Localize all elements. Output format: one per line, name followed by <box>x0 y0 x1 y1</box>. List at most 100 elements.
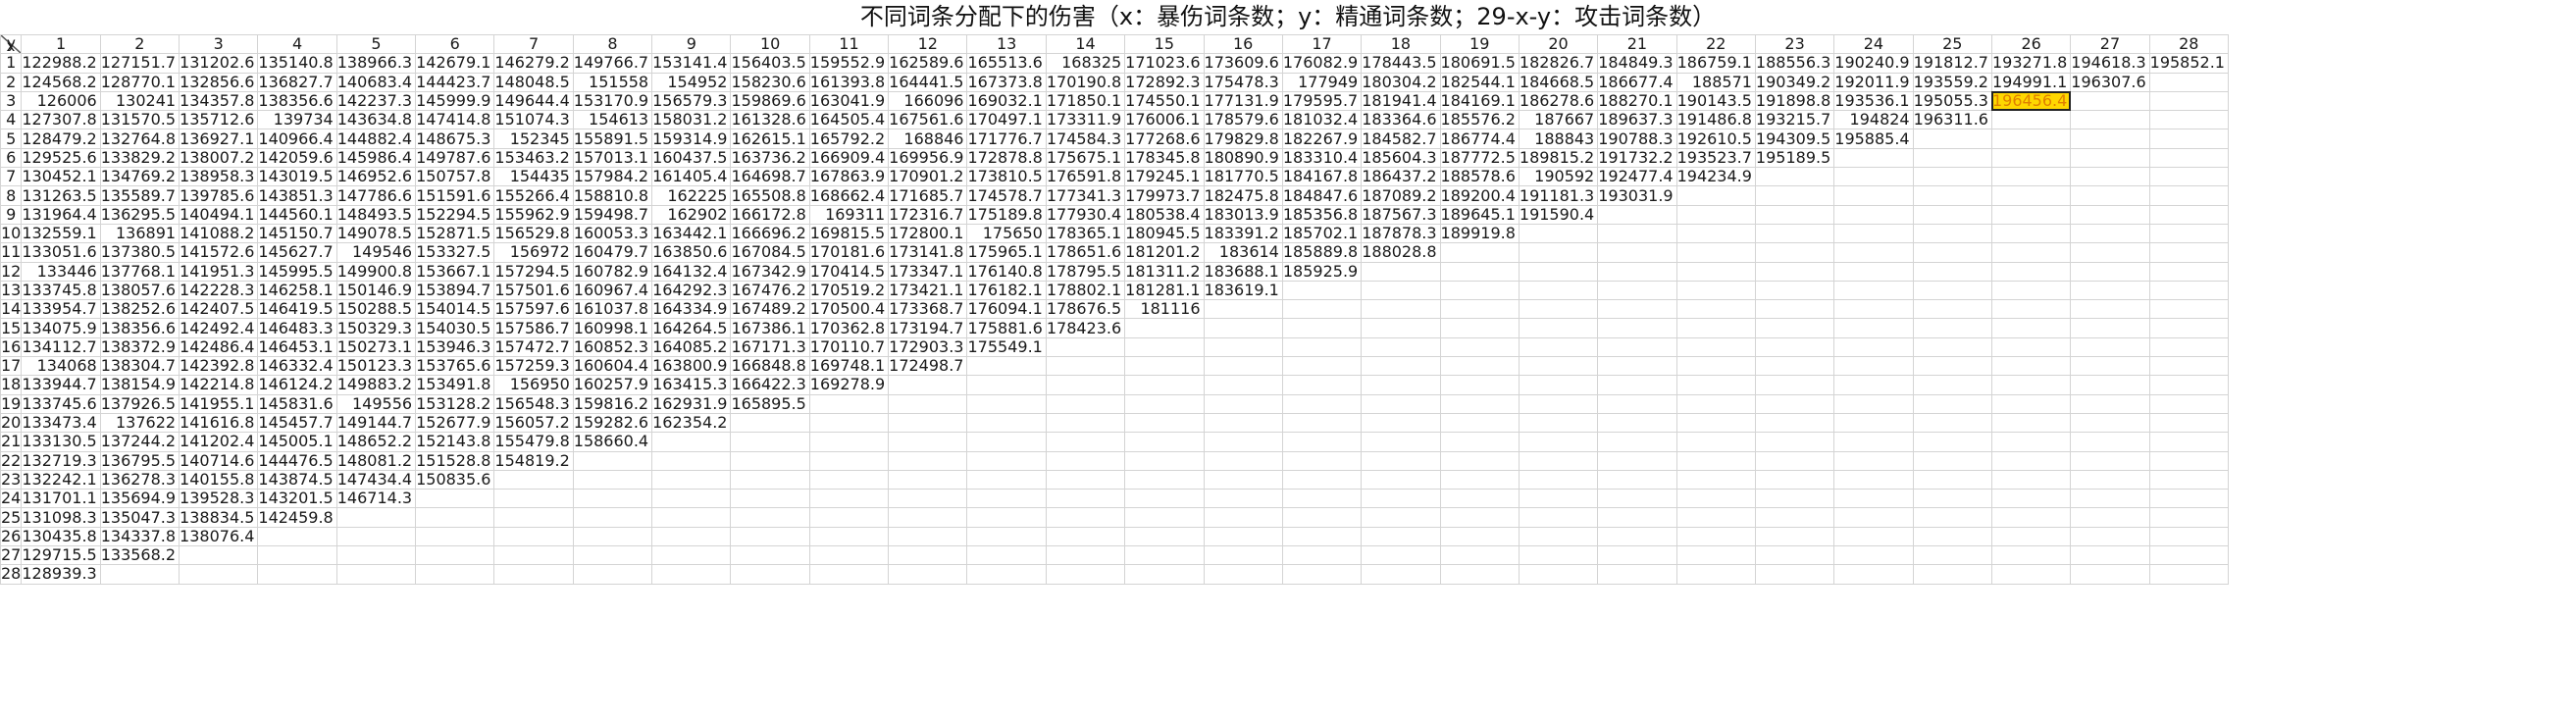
data-cell[interactable] <box>1754 242 1835 263</box>
data-cell[interactable]: 146952.6 <box>335 167 417 187</box>
data-cell[interactable]: 142679.1 <box>415 53 495 74</box>
data-cell[interactable]: 176140.8 <box>966 261 1047 282</box>
data-cell[interactable]: 172316.7 <box>888 204 968 225</box>
data-cell[interactable] <box>1518 412 1599 434</box>
data-cell[interactable] <box>2070 375 2150 395</box>
data-cell[interactable]: 186677.4 <box>1597 72 1677 92</box>
data-cell[interactable] <box>1439 507 1520 528</box>
data-cell[interactable] <box>1754 167 1835 187</box>
data-cell[interactable] <box>1203 393 1283 414</box>
data-cell[interactable] <box>2070 280 2150 301</box>
data-cell[interactable]: 158031.2 <box>651 110 732 130</box>
data-cell[interactable] <box>2070 489 2150 509</box>
data-cell[interactable]: 185576.2 <box>1439 110 1520 130</box>
data-cell[interactable] <box>1675 356 1756 377</box>
data-cell[interactable] <box>730 507 810 528</box>
data-cell[interactable] <box>2070 204 2150 225</box>
data-cell[interactable]: 162931.9 <box>651 393 732 414</box>
data-cell[interactable] <box>1833 280 1914 301</box>
data-cell[interactable] <box>493 469 574 490</box>
data-cell[interactable] <box>1912 336 1992 358</box>
data-cell[interactable]: 133944.7 <box>21 375 101 395</box>
data-cell[interactable] <box>1124 393 1205 414</box>
data-cell[interactable] <box>1912 280 1992 301</box>
data-cell[interactable] <box>888 393 968 414</box>
data-cell[interactable]: 189919.8 <box>1439 223 1520 244</box>
data-cell[interactable]: 161405.4 <box>651 167 732 187</box>
data-cell[interactable] <box>808 526 890 547</box>
data-cell[interactable]: 137926.5 <box>99 393 180 414</box>
data-cell[interactable]: 167373.8 <box>966 72 1047 92</box>
data-cell[interactable] <box>1045 336 1126 358</box>
corner-cell[interactable]: x y <box>0 33 23 55</box>
data-cell[interactable] <box>1833 469 1914 490</box>
data-cell[interactable]: 185889.8 <box>1281 242 1363 263</box>
data-cell[interactable] <box>1361 375 1441 395</box>
data-cell[interactable]: 182267.9 <box>1281 129 1363 149</box>
data-cell[interactable] <box>888 489 968 509</box>
data-cell[interactable]: 135712.6 <box>179 110 259 130</box>
data-cell[interactable] <box>1675 545 1756 566</box>
data-cell[interactable]: 182826.7 <box>1518 53 1599 74</box>
data-cell[interactable] <box>1597 412 1677 434</box>
data-cell[interactable]: 192011.9 <box>1833 72 1914 92</box>
data-cell[interactable] <box>808 507 890 528</box>
column-header-20[interactable]: 20 <box>1518 33 1599 55</box>
data-cell[interactable] <box>651 564 732 585</box>
data-cell[interactable] <box>2148 507 2229 528</box>
data-cell[interactable]: 162902 <box>651 204 732 225</box>
data-cell[interactable] <box>888 375 968 395</box>
data-cell[interactable]: 150273.1 <box>335 336 417 358</box>
data-cell[interactable]: 167863.9 <box>808 167 890 187</box>
data-cell[interactable]: 192477.4 <box>1597 167 1677 187</box>
data-cell[interactable]: 130435.8 <box>21 526 101 547</box>
data-cell[interactable]: 143201.5 <box>257 489 337 509</box>
data-cell[interactable]: 149644.4 <box>493 90 574 112</box>
data-cell[interactable] <box>966 393 1047 414</box>
column-header-14[interactable]: 14 <box>1045 33 1126 55</box>
data-cell[interactable]: 140155.8 <box>179 469 259 490</box>
data-cell[interactable]: 136891 <box>99 223 180 244</box>
data-cell[interactable]: 163442.1 <box>651 223 732 244</box>
data-cell[interactable]: 130452.1 <box>21 167 101 187</box>
data-cell[interactable]: 134068 <box>21 356 101 377</box>
data-cell[interactable] <box>2148 167 2229 187</box>
data-cell[interactable]: 147434.4 <box>335 469 417 490</box>
data-cell[interactable] <box>1597 489 1677 509</box>
data-cell[interactable] <box>1675 299 1756 320</box>
data-cell[interactable]: 149787.6 <box>415 147 495 169</box>
data-cell[interactable]: 172892.3 <box>1124 72 1205 92</box>
data-cell[interactable]: 146332.4 <box>257 356 337 377</box>
data-cell[interactable]: 184847.6 <box>1281 185 1363 206</box>
data-cell[interactable] <box>1361 432 1441 452</box>
data-cell[interactable] <box>493 489 574 509</box>
data-cell[interactable]: 157586.7 <box>493 318 574 338</box>
data-cell[interactable] <box>1045 469 1126 490</box>
data-cell[interactable]: 154030.5 <box>415 318 495 338</box>
data-cell[interactable] <box>2070 545 2150 566</box>
data-cell[interactable] <box>1597 564 1677 585</box>
data-cell[interactable] <box>1597 356 1677 377</box>
data-cell[interactable]: 133745.8 <box>21 280 101 301</box>
data-cell[interactable] <box>651 545 732 566</box>
data-cell[interactable]: 174584.3 <box>1045 129 1126 149</box>
data-cell[interactable]: 146453.1 <box>257 336 337 358</box>
data-cell[interactable]: 196307.6 <box>2070 72 2150 92</box>
data-cell[interactable]: 136795.5 <box>99 450 180 471</box>
data-cell[interactable] <box>1518 223 1599 244</box>
data-cell[interactable] <box>1361 299 1441 320</box>
data-cell[interactable]: 146714.3 <box>335 489 417 509</box>
data-cell[interactable]: 139785.6 <box>179 185 259 206</box>
data-cell[interactable]: 160852.3 <box>572 336 653 358</box>
data-cell[interactable]: 142492.4 <box>179 318 259 338</box>
data-cell[interactable] <box>2148 223 2229 244</box>
data-cell[interactable]: 145999.9 <box>415 90 495 112</box>
data-cell[interactable] <box>1990 450 2072 471</box>
data-cell[interactable]: 187089.2 <box>1361 185 1441 206</box>
data-cell[interactable]: 178443.5 <box>1361 53 1441 74</box>
data-cell[interactable] <box>1833 356 1914 377</box>
column-header-17[interactable]: 17 <box>1281 33 1363 55</box>
row-header-23[interactable]: 23 <box>0 469 23 490</box>
data-cell[interactable]: 134357.8 <box>179 90 259 112</box>
data-cell[interactable]: 188270.1 <box>1597 90 1677 112</box>
